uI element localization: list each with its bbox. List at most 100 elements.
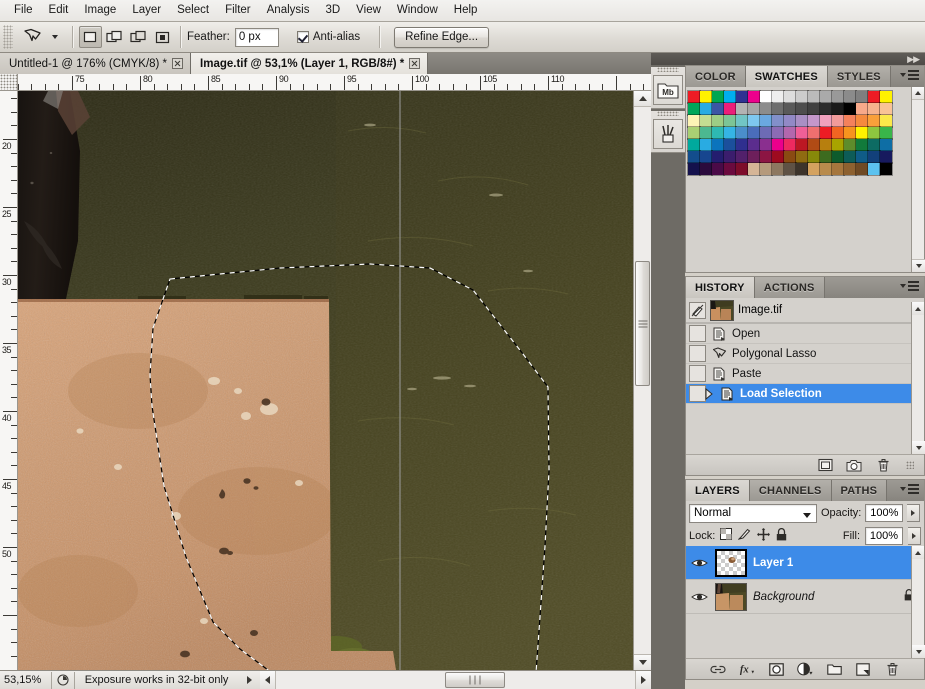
color-swatch[interactable]	[879, 138, 893, 152]
color-swatch[interactable]	[723, 102, 737, 116]
anti-alias-checkbox-wrap[interactable]: Anti-alias	[296, 31, 365, 43]
color-swatch[interactable]	[831, 102, 845, 116]
color-swatch[interactable]	[867, 162, 881, 176]
document-tab-untitled-1[interactable]: Untitled-1 @ 176% (CMYK/8) *	[0, 53, 192, 74]
color-swatch[interactable]	[699, 162, 713, 176]
history-state-load-selection[interactable]: Load Selection	[686, 384, 924, 404]
color-swatch[interactable]	[723, 138, 737, 152]
color-swatch[interactable]	[699, 102, 713, 116]
new-group-icon[interactable]	[826, 661, 842, 677]
layer-name[interactable]: Layer 1	[753, 557, 924, 569]
color-swatch[interactable]	[819, 162, 833, 176]
scroll-up-button[interactable]	[634, 91, 651, 107]
new-selection-button[interactable]	[79, 26, 102, 48]
color-swatch[interactable]	[759, 126, 773, 140]
color-swatch[interactable]	[855, 138, 869, 152]
menu-item-3d[interactable]: 3D	[317, 1, 348, 20]
color-swatch[interactable]	[819, 126, 833, 140]
color-swatch[interactable]	[735, 114, 749, 128]
add-to-selection-button[interactable]	[103, 26, 126, 48]
color-swatch[interactable]	[831, 138, 845, 152]
color-swatch[interactable]	[867, 126, 881, 140]
lock-transparent-pixels-icon[interactable]	[720, 528, 733, 543]
layer-thumbnail[interactable]	[715, 548, 747, 577]
color-swatch[interactable]	[723, 90, 737, 104]
intersect-with-selection-button[interactable]	[151, 26, 174, 48]
history-state-polygonal-lasso[interactable]: Polygonal Lasso	[686, 344, 924, 364]
feather-input[interactable]	[234, 27, 279, 47]
color-swatch[interactable]	[771, 126, 785, 140]
color-swatch[interactable]	[867, 114, 881, 128]
color-swatch[interactable]	[687, 114, 701, 128]
horizontal-scroll-thumb[interactable]	[445, 672, 505, 688]
color-swatch[interactable]	[747, 138, 761, 152]
tab-styles[interactable]: STYLES	[827, 66, 891, 87]
panel-drag-handle[interactable]	[657, 111, 679, 116]
history-source-toggle[interactable]	[689, 365, 706, 382]
color-swatch[interactable]	[795, 102, 809, 116]
close-icon[interactable]	[172, 58, 184, 69]
fill-slider-arrow-icon[interactable]	[908, 526, 921, 545]
color-swatch[interactable]	[855, 162, 869, 176]
color-swatch[interactable]	[711, 102, 725, 116]
new-layer-icon[interactable]	[855, 661, 871, 677]
color-swatch[interactable]	[759, 114, 773, 128]
color-swatch[interactable]	[867, 138, 881, 152]
horizontal-ruler[interactable]: 75 80 85 90 95 100 105 110	[18, 74, 651, 91]
menu-item-help[interactable]: Help	[446, 1, 486, 20]
scroll-right-button[interactable]	[635, 671, 651, 689]
color-swatch[interactable]	[699, 150, 713, 164]
color-swatch[interactable]	[819, 114, 833, 128]
scroll-down-button[interactable]	[634, 654, 651, 670]
close-icon[interactable]	[409, 58, 421, 69]
color-swatch[interactable]	[819, 138, 833, 152]
color-swatch[interactable]	[879, 90, 893, 104]
color-swatch[interactable]	[759, 150, 773, 164]
scroll-left-button[interactable]	[260, 671, 276, 689]
color-swatch[interactable]	[747, 90, 761, 104]
menu-item-edit[interactable]: Edit	[41, 1, 77, 20]
delete-state-icon[interactable]	[875, 457, 891, 473]
color-swatch[interactable]	[723, 162, 737, 176]
anti-alias-checkbox[interactable]	[296, 31, 309, 43]
color-swatch[interactable]	[723, 126, 737, 140]
color-swatch[interactable]	[699, 114, 713, 128]
color-swatch[interactable]	[771, 150, 785, 164]
color-swatch[interactable]	[819, 90, 833, 104]
canvas-horizontal-scrollbar[interactable]	[260, 670, 651, 689]
new-adjustment-layer-icon[interactable]	[797, 661, 813, 677]
color-swatch[interactable]	[783, 126, 797, 140]
color-swatch[interactable]	[867, 102, 881, 116]
menu-item-window[interactable]: Window	[389, 1, 446, 20]
vertical-scroll-thumb[interactable]	[635, 261, 650, 386]
layers-scrollbar[interactable]	[911, 546, 925, 658]
new-snapshot-icon[interactable]	[846, 457, 862, 473]
document-tab-image-tif[interactable]: Image.tif @ 53,1% (Layer 1, RGB/8#) *	[191, 53, 429, 74]
brush-presets-icon[interactable]	[653, 119, 683, 149]
color-swatch[interactable]	[819, 102, 833, 116]
color-swatch[interactable]	[687, 162, 701, 176]
eye-icon[interactable]	[690, 587, 709, 606]
color-swatch[interactable]	[687, 126, 701, 140]
blend-mode-select[interactable]: Normal	[689, 503, 817, 523]
color-swatch[interactable]	[879, 162, 893, 176]
color-swatch[interactable]	[783, 102, 797, 116]
color-swatch[interactable]	[843, 162, 857, 176]
tool-preset-picker-arrow[interactable]	[48, 26, 61, 48]
status-menu-arrow-icon[interactable]	[238, 676, 260, 684]
history-source-toggle[interactable]	[689, 345, 706, 362]
add-layer-mask-icon[interactable]	[768, 661, 784, 677]
color-swatch[interactable]	[699, 90, 713, 104]
menu-item-layer[interactable]: Layer	[124, 1, 169, 20]
panel-menu-icon[interactable]	[900, 484, 919, 494]
lock-image-pixels-icon[interactable]	[737, 528, 751, 543]
color-swatch[interactable]	[735, 138, 749, 152]
current-tool-well[interactable]	[16, 25, 66, 49]
polygonal-lasso-icon[interactable]	[21, 25, 45, 49]
color-swatch[interactable]	[759, 102, 773, 116]
color-swatch[interactable]	[771, 102, 785, 116]
color-swatch[interactable]	[795, 150, 809, 164]
color-swatch[interactable]	[735, 150, 749, 164]
collapse-panels-icon[interactable]: ▶▶	[907, 54, 920, 65]
color-swatch[interactable]	[843, 90, 857, 104]
